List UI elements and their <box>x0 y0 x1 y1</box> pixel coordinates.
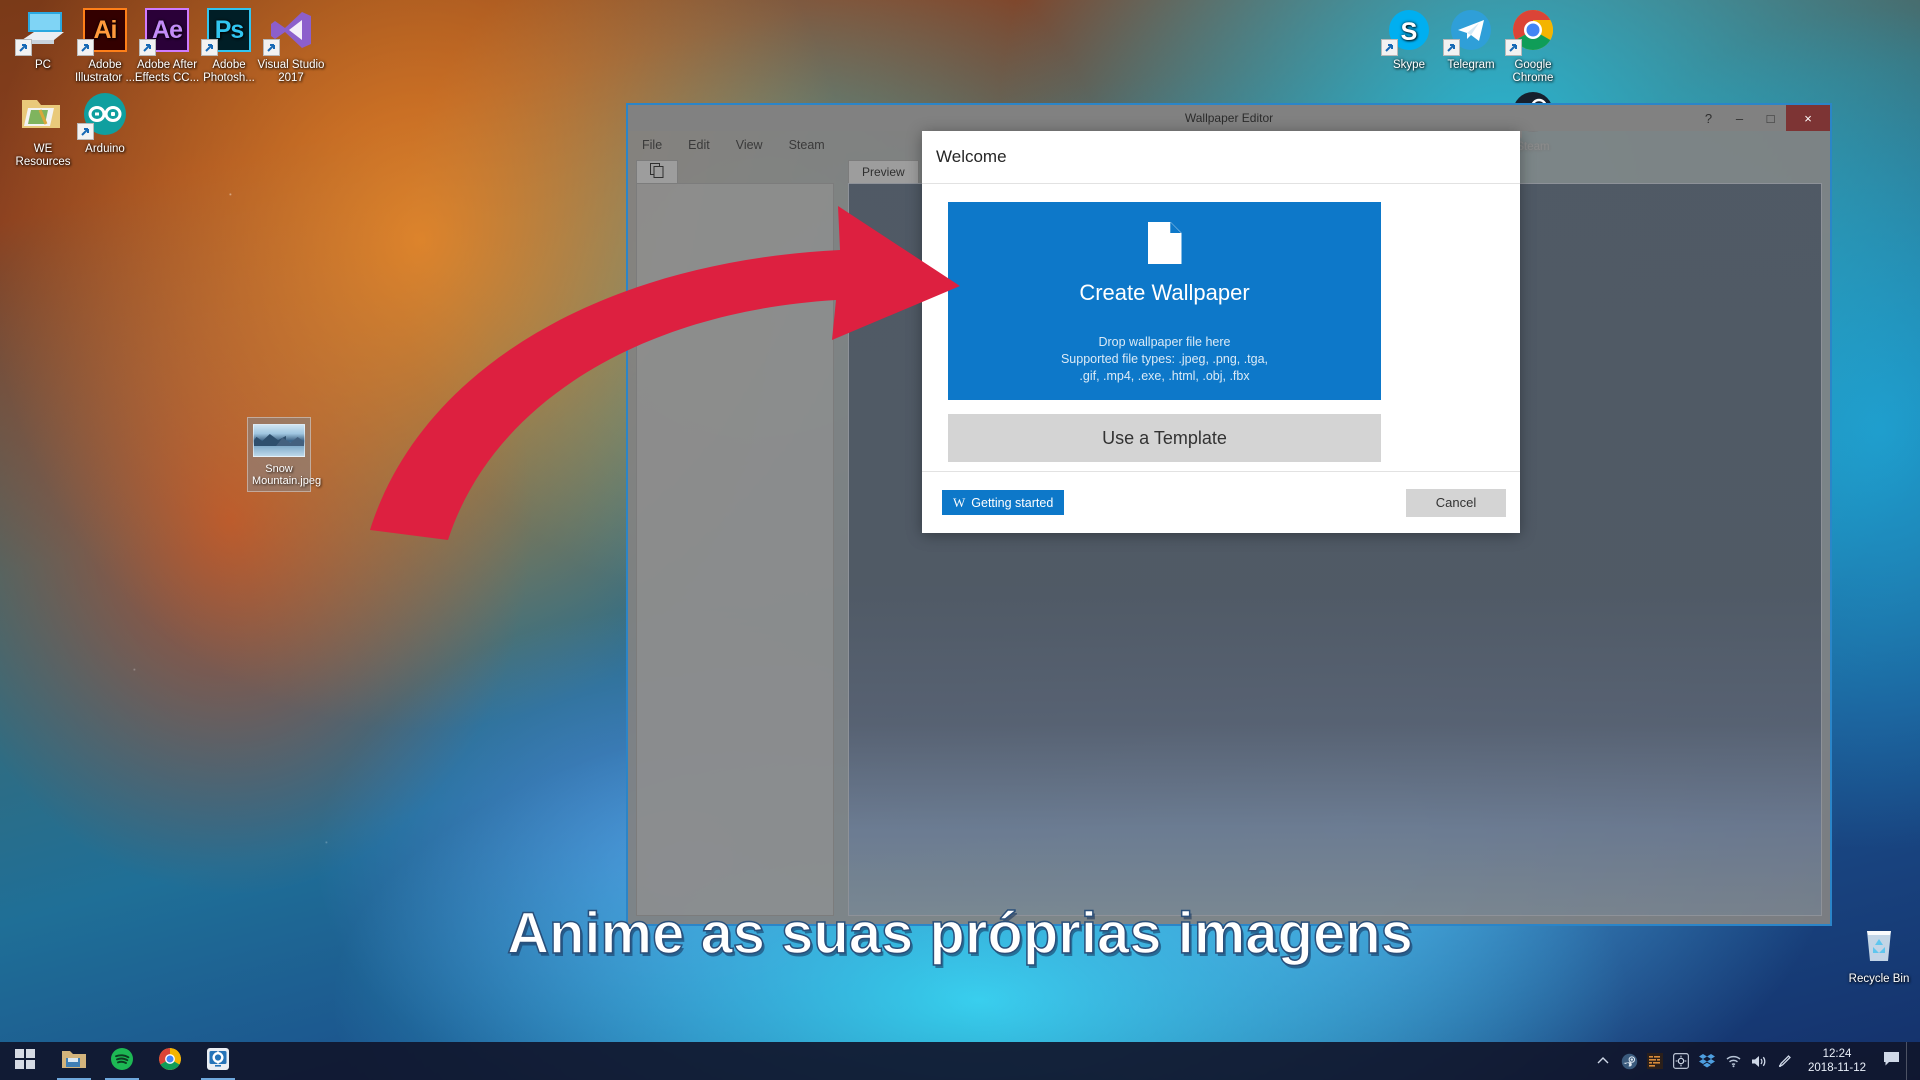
help-button[interactable]: ? <box>1693 105 1724 131</box>
spotify-icon <box>110 1047 134 1076</box>
menu-file[interactable]: File <box>642 138 662 152</box>
desktop-icon-label: Google Chrome <box>1512 59 1554 84</box>
adobe-illustrator-icon: Ai <box>77 6 129 56</box>
hint-line-3: .gif, .mp4, .exe, .html, .obj, .fbx <box>1079 369 1250 383</box>
folder-icon <box>61 1048 87 1075</box>
tray-wallpaper-engine-icon[interactable] <box>1668 1042 1694 1080</box>
tab-preview[interactable]: Preview <box>848 160 919 183</box>
window-controls: ? – □ × <box>1693 105 1830 131</box>
chevron-up-icon[interactable] <box>1590 1042 1616 1080</box>
close-button[interactable]: × <box>1786 105 1830 131</box>
wifi-icon[interactable] <box>1720 1042 1746 1080</box>
dialog-title: Welcome <box>936 147 1007 166</box>
tray-app-icon[interactable] <box>1642 1042 1668 1080</box>
dropbox-icon[interactable] <box>1694 1042 1720 1080</box>
maximize-button[interactable]: □ <box>1755 105 1786 131</box>
desktop-icon-visual-studio[interactable]: Visual Studio 2017 <box>252 6 330 84</box>
desktop-icon-label: Arduino <box>85 143 125 155</box>
shortcut-arrow-icon <box>1381 39 1398 56</box>
computer-icon <box>15 6 67 56</box>
clock-time: 12:24 <box>1822 1048 1852 1060</box>
assets-pane <box>636 159 834 916</box>
folder-icon <box>19 90 67 138</box>
assets-pane-body[interactable] <box>636 183 834 916</box>
tray-steam-icon[interactable] <box>1616 1042 1642 1080</box>
cancel-button[interactable]: Cancel <box>1406 488 1506 517</box>
desktop-icon-label: Recycle Bin <box>1848 973 1910 985</box>
pages-copy-icon <box>650 162 664 181</box>
system-tray: 12:24 2018-11-12 <box>1590 1042 1920 1080</box>
taskbar-chrome[interactable] <box>146 1042 194 1080</box>
skype-icon: S <box>1381 6 1433 56</box>
editor-titlebar[interactable]: Wallpaper Editor ? – □ × <box>628 105 1830 131</box>
chrome-icon <box>158 1047 182 1076</box>
desktop-icon-recycle-bin[interactable]: Recycle Bin <box>1840 920 1918 986</box>
dialog-footer: W Getting started Cancel <box>922 471 1520 533</box>
shortcut-arrow-icon <box>15 39 32 56</box>
adobe-after-effects-icon: Ae <box>139 6 191 56</box>
shortcut-arrow-icon <box>1443 39 1460 56</box>
speaker-icon[interactable] <box>1746 1042 1772 1080</box>
create-wallpaper-hint: Drop wallpaper file here Supported file … <box>1061 334 1268 385</box>
tab-pages[interactable] <box>636 160 678 183</box>
assets-tabstrip <box>636 159 834 183</box>
shortcut-arrow-icon <box>1505 39 1522 56</box>
minimize-button[interactable]: – <box>1724 105 1755 131</box>
desktop-icon-arduino[interactable]: Arduino <box>66 90 144 156</box>
shortcut-arrow-icon <box>263 39 280 56</box>
recycle-bin-icon <box>1855 920 1903 968</box>
telegram-icon <box>1443 6 1495 56</box>
wallpaper-engine-w-icon: W <box>953 494 966 510</box>
shortcut-arrow-icon <box>201 39 218 56</box>
arduino-icon <box>77 90 129 140</box>
adobe-photoshop-icon: Ps <box>201 6 253 56</box>
image-thumbnail <box>253 424 305 457</box>
editor-window-title: Wallpaper Editor <box>1184 111 1274 125</box>
pen-icon[interactable] <box>1772 1042 1798 1080</box>
menu-edit[interactable]: Edit <box>688 138 710 152</box>
start-button[interactable] <box>0 1042 50 1080</box>
desktop-icon-google-chrome[interactable]: Google Chrome <box>1494 6 1572 84</box>
getting-started-label: Getting started <box>971 495 1054 510</box>
use-a-template-button[interactable]: Use a Template <box>948 414 1381 462</box>
desktop-file-snow-mountain[interactable]: Snow Mountain.jpeg <box>247 417 322 492</box>
clock-date: 2018-11-12 <box>1808 1062 1866 1074</box>
document-file-icon <box>1147 222 1182 264</box>
desktop: PC Ai Adobe Illustrator ... Ae Adobe Aft… <box>0 0 1920 1080</box>
create-wallpaper-title: Create Wallpaper <box>1079 280 1250 305</box>
dialog-header: Welcome <box>922 131 1520 184</box>
show-desktop-button[interactable] <box>1906 1042 1914 1080</box>
menu-steam[interactable]: Steam <box>789 138 825 152</box>
action-center-button[interactable] <box>1876 1042 1906 1080</box>
desktop-file-label: Snow Mountain.jpeg <box>252 463 322 487</box>
taskbar: 12:24 2018-11-12 <box>0 1042 1920 1080</box>
welcome-dialog: Welcome Create Wallpaper Drop wallpaper … <box>922 131 1520 533</box>
shortcut-arrow-icon <box>139 39 156 56</box>
getting-started-button[interactable]: W Getting started <box>942 490 1065 515</box>
hint-line-1: Drop wallpaper file here <box>1098 335 1231 349</box>
menu-view[interactable]: View <box>736 138 763 152</box>
taskbar-wallpaper-engine[interactable] <box>194 1042 242 1080</box>
visual-studio-icon <box>263 6 315 56</box>
windows-logo-icon <box>15 1048 35 1074</box>
taskbar-clock[interactable]: 12:24 2018-11-12 <box>1798 1047 1876 1075</box>
hint-line-2: Supported file types: .jpeg, .png, .tga, <box>1060 352 1269 366</box>
taskbar-spotify[interactable] <box>98 1042 146 1080</box>
notification-icon <box>1883 1051 1900 1072</box>
create-wallpaper-dropzone[interactable]: Create Wallpaper Drop wallpaper file her… <box>948 202 1381 400</box>
svg-text:S: S <box>1401 18 1418 46</box>
dialog-content: Create Wallpaper Drop wallpaper file her… <box>922 184 1520 471</box>
shortcut-arrow-icon <box>77 39 94 56</box>
shortcut-arrow-icon <box>77 123 94 140</box>
chrome-icon <box>1505 6 1557 56</box>
wallpaper-engine-icon <box>206 1047 230 1076</box>
desktop-icon-label: Visual Studio 2017 <box>257 59 325 84</box>
taskbar-file-explorer[interactable] <box>50 1042 98 1080</box>
